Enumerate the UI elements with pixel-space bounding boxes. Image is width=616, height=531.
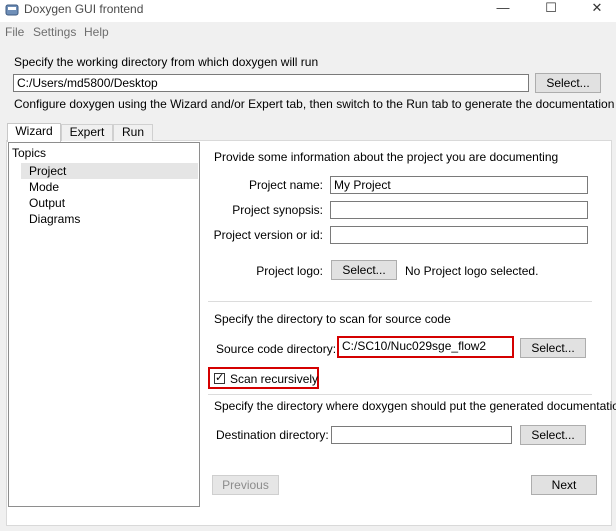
close-button[interactable]: ✕	[582, 0, 612, 18]
destination-select-button[interactable]: Select...	[520, 425, 586, 445]
project-logo-label: Project logo:	[256, 264, 323, 278]
section-divider	[208, 301, 592, 302]
tab-expert[interactable]: Expert	[61, 124, 113, 141]
source-heading: Specify the directory to scan for source…	[214, 312, 451, 326]
project-version-label: Project version or id:	[213, 228, 323, 242]
checkmark-icon: ✓	[215, 371, 225, 384]
topics-header: Topics	[12, 146, 47, 160]
project-version-input[interactable]	[330, 226, 588, 244]
menu-settings[interactable]: Settings	[33, 25, 76, 39]
topic-diagrams[interactable]: Diagrams	[21, 211, 198, 227]
window-title: Doxygen GUI frontend	[24, 2, 144, 16]
project-logo-select-button[interactable]: Select...	[331, 260, 397, 280]
project-name-input[interactable]: My Project	[330, 176, 588, 194]
project-name-label: Project name:	[248, 178, 323, 192]
topic-project[interactable]: Project	[21, 163, 198, 179]
destination-dir-input[interactable]	[331, 426, 512, 444]
topic-mode[interactable]: Mode	[21, 179, 198, 195]
workdir-input[interactable]: C:/Users/md5800/Desktop	[13, 74, 529, 92]
menu-file[interactable]: File	[5, 25, 24, 39]
source-dir-input[interactable]: C:/SC10/Nuc029sge_flow2	[339, 338, 512, 356]
source-dir-label: Source code directory:	[216, 342, 337, 356]
workdir-label: Specify the working directory from which…	[14, 55, 319, 69]
source-select-button[interactable]: Select...	[520, 338, 586, 358]
destination-heading: Specify the directory where doxygen shou…	[214, 399, 616, 413]
next-button[interactable]: Next	[531, 475, 597, 495]
section-divider	[208, 394, 592, 395]
project-synopsis-input[interactable]	[330, 201, 588, 219]
scan-recursively-checkbox[interactable]: ✓	[214, 371, 225, 384]
tab-run[interactable]: Run	[113, 124, 153, 141]
minimize-button[interactable]: —	[488, 0, 518, 18]
project-synopsis-label: Project synopsis:	[232, 203, 323, 217]
workdir-select-button[interactable]: Select...	[535, 73, 601, 93]
topic-output[interactable]: Output	[21, 195, 198, 211]
tab-wizard[interactable]: Wizard	[7, 123, 61, 142]
project-heading: Provide some information about the proje…	[214, 150, 559, 164]
previous-button[interactable]: Previous	[212, 475, 279, 495]
menu-help[interactable]: Help	[84, 25, 109, 39]
scan-recursively-label[interactable]: Scan recursively	[230, 372, 318, 386]
project-logo-status: No Project logo selected.	[405, 264, 539, 278]
configure-hint: Configure doxygen using the Wizard and/o…	[14, 97, 615, 111]
doxygen-app-icon	[5, 4, 19, 16]
destination-dir-label: Destination directory:	[216, 428, 329, 442]
maximize-button[interactable]: ☐	[536, 0, 566, 18]
